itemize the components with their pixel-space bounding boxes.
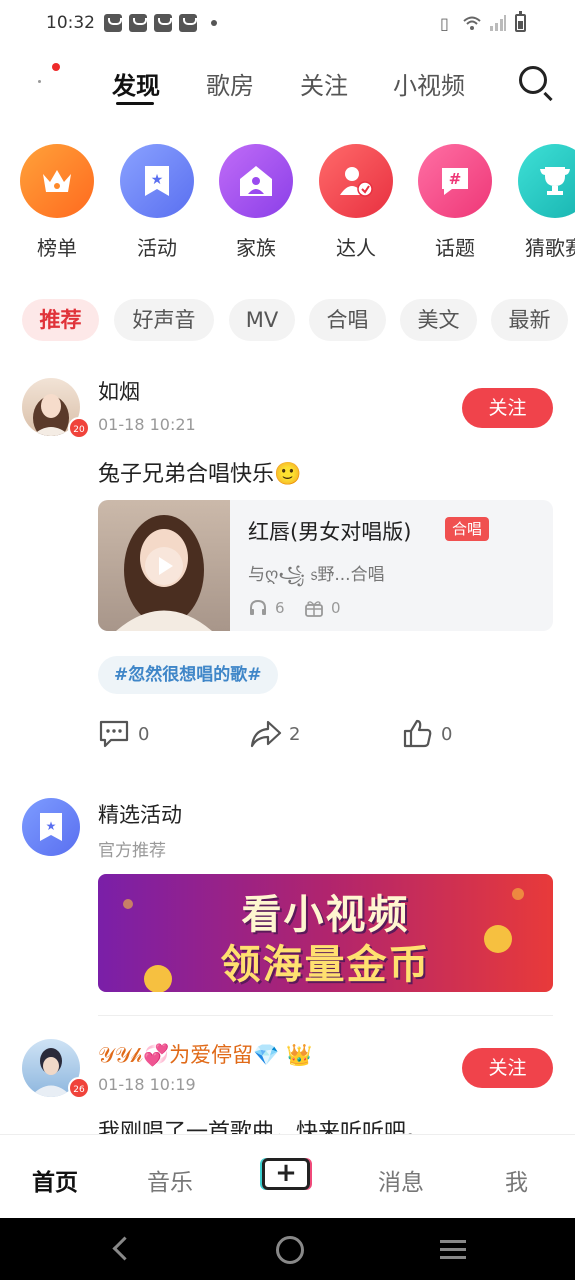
post-time: 01-18 10:19 bbox=[98, 1075, 196, 1094]
topics-button[interactable]: # bbox=[418, 144, 492, 218]
headphones-icon bbox=[250, 599, 266, 615]
nav-messages[interactable]: 消息 bbox=[378, 1163, 424, 1197]
filter-chip-prose[interactable]: 美文 bbox=[400, 299, 477, 341]
notification-icon bbox=[104, 14, 122, 32]
user-level-badge: 26 bbox=[68, 1077, 90, 1099]
tab-short-video[interactable]: 小视频 bbox=[393, 66, 465, 101]
comment-count: 0 bbox=[138, 724, 150, 745]
status-time: 10:32 bbox=[46, 13, 95, 33]
banner-line-2: 领海量金币 bbox=[220, 942, 431, 988]
follow-button[interactable]: 关注 bbox=[462, 388, 553, 428]
filter-chip-latest[interactable]: 最新 bbox=[491, 299, 568, 341]
menu-dot-icon[interactable] bbox=[38, 80, 41, 83]
activities-label: 活动 bbox=[137, 236, 177, 260]
song-title: 红唇(男女对唱版) bbox=[248, 520, 412, 544]
leaderboard-button[interactable] bbox=[20, 144, 94, 218]
activity-icon[interactable]: ★ bbox=[22, 798, 80, 856]
activity-banner[interactable]: 看小视频 领海量金币 bbox=[98, 874, 553, 992]
post-text: 兔子兄弟合唱快乐🙂 bbox=[98, 462, 302, 487]
guess-song-label: 猜歌赛 bbox=[525, 236, 575, 260]
activities-button[interactable]: ★ bbox=[120, 144, 194, 218]
experts-button[interactable] bbox=[319, 144, 393, 218]
trophy-icon bbox=[540, 167, 570, 195]
battery-icon bbox=[515, 11, 526, 32]
chorus-badge: 合唱 bbox=[445, 517, 490, 541]
tab-song-room[interactable]: 歌房 bbox=[206, 66, 254, 101]
song-singers: 与ღ꧁ ᥉野...合唱 bbox=[248, 565, 385, 585]
vibrate-icon: ▯ bbox=[440, 14, 449, 33]
search-icon[interactable] bbox=[519, 66, 547, 94]
tab-discover[interactable]: 发现 bbox=[112, 66, 160, 101]
recent-apps-icon[interactable] bbox=[440, 1240, 466, 1243]
song-cover bbox=[98, 500, 230, 631]
experts-label: 达人 bbox=[336, 236, 376, 260]
active-tab-indicator bbox=[116, 102, 154, 105]
bottom-nav: 首页 音乐 + 消息 我 bbox=[0, 1134, 575, 1219]
family-button[interactable] bbox=[219, 144, 293, 218]
like-count: 0 bbox=[441, 724, 453, 745]
share-count: 2 bbox=[289, 724, 301, 745]
nav-me[interactable]: 我 bbox=[505, 1163, 528, 1197]
crown-icon bbox=[43, 170, 71, 192]
leaderboard-label: 榜单 bbox=[37, 236, 77, 260]
topics-label: 话题 bbox=[435, 236, 475, 260]
filter-chip-good-voice[interactable]: 好声音 bbox=[114, 299, 214, 341]
system-nav-bar bbox=[0, 1218, 575, 1280]
guess-song-button[interactable] bbox=[518, 144, 575, 218]
play-count: 6 bbox=[275, 599, 285, 617]
gift-icon bbox=[305, 601, 323, 617]
svg-text:#: # bbox=[449, 170, 462, 188]
signal-icon bbox=[490, 15, 506, 31]
song-card[interactable]: 红唇(男女对唱版) 合唱 与ღ꧁ ᥉野...合唱 6 0 bbox=[98, 500, 553, 631]
divider bbox=[98, 1015, 553, 1016]
notification-icon bbox=[154, 14, 172, 32]
like-icon[interactable] bbox=[402, 718, 432, 748]
follow-button[interactable]: 关注 bbox=[462, 1048, 553, 1088]
activity-subtitle: 官方推荐 bbox=[98, 841, 166, 861]
family-label: 家族 bbox=[236, 236, 276, 260]
notification-dot-icon[interactable] bbox=[52, 63, 60, 71]
filter-chip-recommended[interactable]: 推荐 bbox=[22, 299, 99, 341]
notification-icon bbox=[179, 14, 197, 32]
svg-text:★: ★ bbox=[46, 819, 57, 833]
username[interactable]: 𝒴𝒴𝒽💞为爱停留💎 👑 bbox=[98, 1039, 312, 1069]
share-icon[interactable] bbox=[249, 719, 283, 749]
play-icon[interactable] bbox=[145, 547, 183, 585]
filter-chip-mv[interactable]: MV bbox=[229, 299, 295, 341]
gift-count: 0 bbox=[331, 599, 341, 617]
create-button[interactable]: + bbox=[262, 1158, 310, 1190]
wifi-icon bbox=[463, 16, 481, 30]
user-level-badge: 20 bbox=[68, 417, 90, 439]
home-icon[interactable] bbox=[276, 1236, 304, 1264]
star-bookmark-icon: ★ bbox=[145, 166, 169, 196]
username[interactable]: 如烟 bbox=[98, 376, 140, 406]
hashtag-icon: # bbox=[442, 168, 468, 195]
star-bookmark-icon: ★ bbox=[40, 813, 62, 841]
activity-title: 精选活动 bbox=[98, 803, 182, 827]
topic-tag[interactable]: #忽然很想唱的歌# bbox=[98, 656, 278, 694]
tab-following[interactable]: 关注 bbox=[300, 66, 348, 101]
more-notifications-dot-icon bbox=[211, 20, 217, 26]
post-time: 01-18 10:21 bbox=[98, 415, 196, 434]
svg-text:★: ★ bbox=[151, 172, 164, 188]
comment-icon[interactable] bbox=[98, 719, 130, 749]
nav-music[interactable]: 音乐 bbox=[147, 1163, 193, 1197]
notification-icon bbox=[129, 14, 147, 32]
nav-home[interactable]: 首页 bbox=[32, 1163, 78, 1197]
filter-chip-chorus[interactable]: 合唱 bbox=[309, 299, 386, 341]
status-bar: 10:32 ▯ bbox=[0, 0, 575, 48]
back-icon[interactable] bbox=[112, 1236, 137, 1261]
house-person-icon bbox=[240, 166, 272, 196]
person-check-icon bbox=[340, 167, 373, 197]
